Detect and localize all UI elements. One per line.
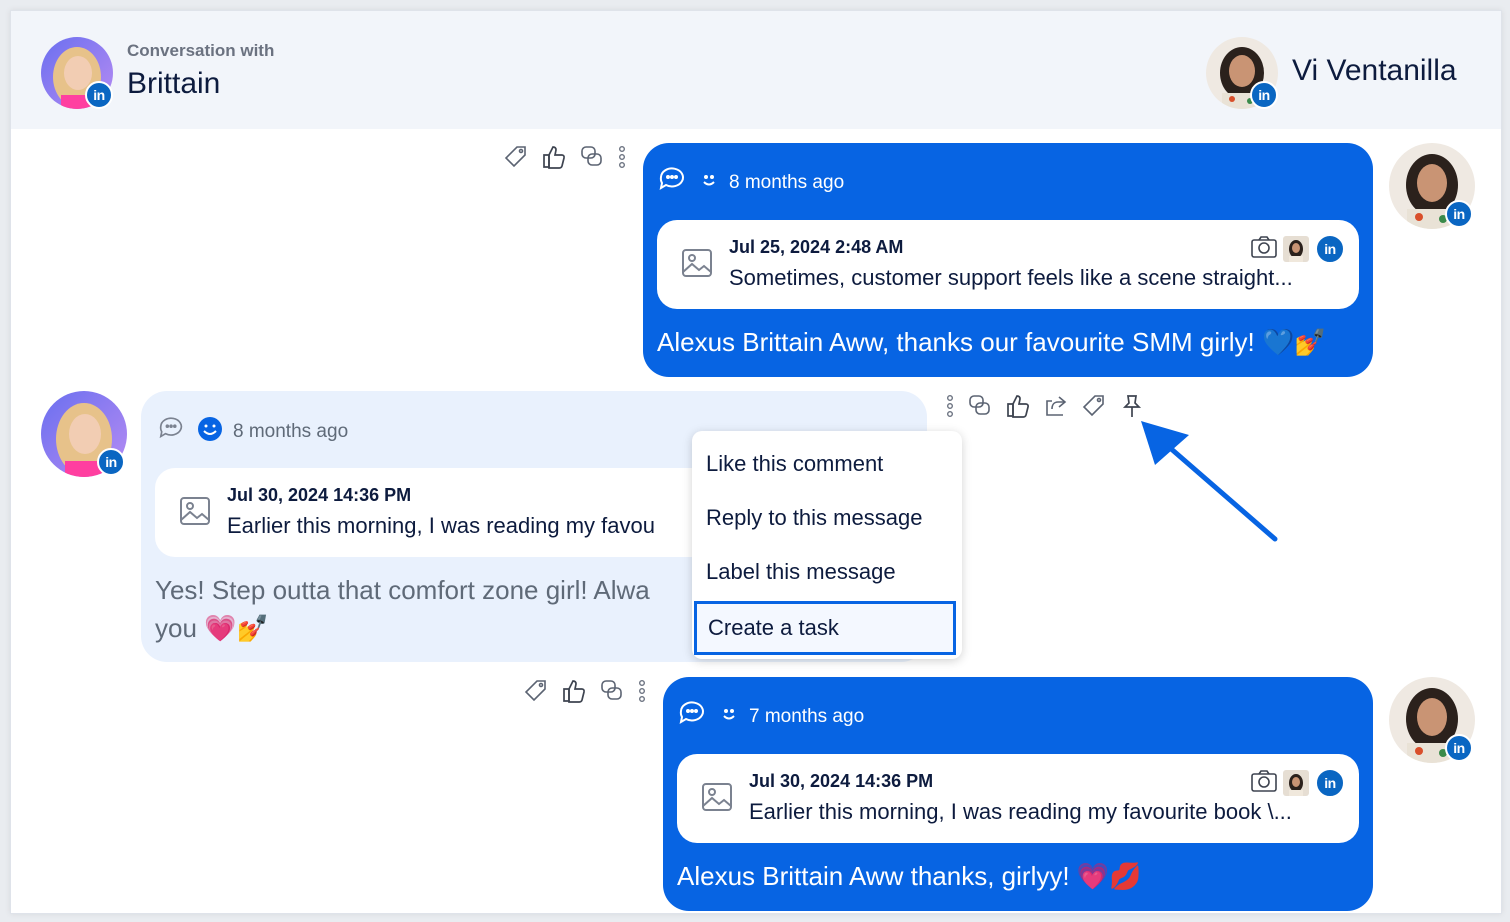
message-text: Alexus Brittain Aww, thanks our favourit…	[657, 327, 1327, 357]
post-thumbnail	[1283, 770, 1309, 796]
comments-icon	[657, 165, 689, 201]
message-text-line2: you 💗💅	[155, 613, 269, 643]
thumbs-up-icon[interactable]	[555, 676, 593, 706]
linkedin-icon: in	[1445, 200, 1473, 228]
quote-text: Earlier this morning, I was reading my f…	[749, 799, 1292, 824]
quote-text: Sometimes, customer support feels like a…	[729, 265, 1293, 290]
message-time: 8 months ago	[729, 172, 845, 193]
more-dots-icon[interactable]	[611, 142, 633, 172]
linkedin-icon: in	[1315, 768, 1345, 798]
quoted-post[interactable]: Jul 25, 2024 2:48 AM Sometimes, customer…	[657, 220, 1359, 309]
quote-text: Earlier this morning, I was reading my f…	[227, 513, 655, 538]
message-text-line1: Yes! Step outta that comfort zone girl! …	[155, 575, 650, 605]
message-actions	[497, 142, 633, 172]
message-time: 8 months ago	[233, 421, 349, 442]
message-bubble-outgoing[interactable]: 8 months ago Jul 25, 2024 2:48 AM Someti…	[643, 143, 1373, 377]
account-avatar-msg[interactable]: in	[1389, 143, 1475, 229]
source-icons: in	[1251, 234, 1345, 264]
chat-bubbles-icon[interactable]	[573, 142, 611, 172]
quote-date: Jul 30, 2024 14:36 PM	[749, 771, 934, 791]
smiley-icon	[197, 416, 223, 448]
menu-item-create-task[interactable]: Create a task	[694, 601, 956, 655]
linkedin-icon: in	[85, 81, 113, 109]
smiley-icon	[719, 704, 739, 730]
menu-item-label[interactable]: Label this message	[692, 545, 962, 599]
share-icon[interactable]	[1037, 391, 1075, 421]
more-dots-icon[interactable]	[939, 391, 961, 421]
linkedin-icon: in	[1250, 81, 1278, 109]
quote-date: Jul 30, 2024 14:36 PM	[227, 485, 412, 505]
comments-icon	[677, 699, 709, 735]
image-icon	[179, 496, 211, 531]
camera-icon	[1251, 769, 1277, 797]
thumbs-up-icon[interactable]	[535, 142, 573, 172]
message-meta: 8 months ago	[157, 415, 348, 449]
linkedin-icon: in	[1315, 234, 1345, 264]
quoted-post[interactable]: Jul 30, 2024 14:36 PM Earlier this morni…	[155, 468, 775, 557]
account-avatar[interactable]: in	[1206, 37, 1278, 109]
camera-icon	[1251, 235, 1277, 263]
menu-item-like[interactable]: Like this comment	[692, 437, 962, 491]
context-menu: Like this comment Reply to this message …	[692, 431, 962, 659]
message-time: 7 months ago	[749, 706, 865, 727]
menu-item-reply[interactable]: Reply to this message	[692, 491, 962, 545]
chat-bubbles-icon[interactable]	[961, 391, 999, 421]
thumbs-up-icon[interactable]	[999, 391, 1037, 421]
contact-avatar[interactable]: in	[41, 37, 113, 109]
source-icons: in	[1251, 768, 1345, 798]
contact-avatar-msg[interactable]: in	[41, 391, 127, 477]
contact-name: Brittain	[127, 67, 221, 100]
more-dots-icon[interactable]	[631, 676, 653, 706]
post-thumbnail	[1283, 236, 1309, 262]
conversation-header: in Conversation with Brittain in Vi Vent…	[11, 11, 1501, 129]
linkedin-icon: in	[1445, 734, 1473, 762]
quoted-post[interactable]: Jul 30, 2024 14:36 PM Earlier this morni…	[677, 754, 1359, 843]
account-avatar-msg[interactable]: in	[1389, 677, 1475, 763]
smiley-icon	[699, 170, 719, 196]
quote-date: Jul 25, 2024 2:48 AM	[729, 237, 904, 257]
message-actions	[517, 676, 653, 706]
image-icon	[681, 248, 713, 283]
account-name: Vi Ventanilla	[1292, 54, 1457, 87]
message-actions-incoming	[939, 391, 1151, 421]
tag-icon[interactable]	[497, 142, 535, 172]
message-meta: 8 months ago	[657, 165, 844, 201]
linkedin-icon: in	[97, 448, 125, 476]
message-bubble-outgoing[interactable]: 7 months ago Jul 30, 2024 14:36 PM Earli…	[663, 677, 1373, 911]
conversation-panel: in Conversation with Brittain in Vi Vent…	[10, 10, 1502, 914]
annotation-arrow	[1141, 421, 1278, 542]
message-meta: 7 months ago	[677, 699, 864, 735]
chat-bubbles-icon[interactable]	[593, 676, 631, 706]
conversation-with-label: Conversation with	[127, 41, 275, 60]
tag-icon[interactable]	[517, 676, 555, 706]
comments-icon	[157, 415, 187, 449]
tag-icon[interactable]	[1075, 391, 1113, 421]
message-text: Alexus Brittain Aww thanks, girlyy! 💗💋	[677, 861, 1142, 891]
image-icon	[701, 782, 733, 817]
